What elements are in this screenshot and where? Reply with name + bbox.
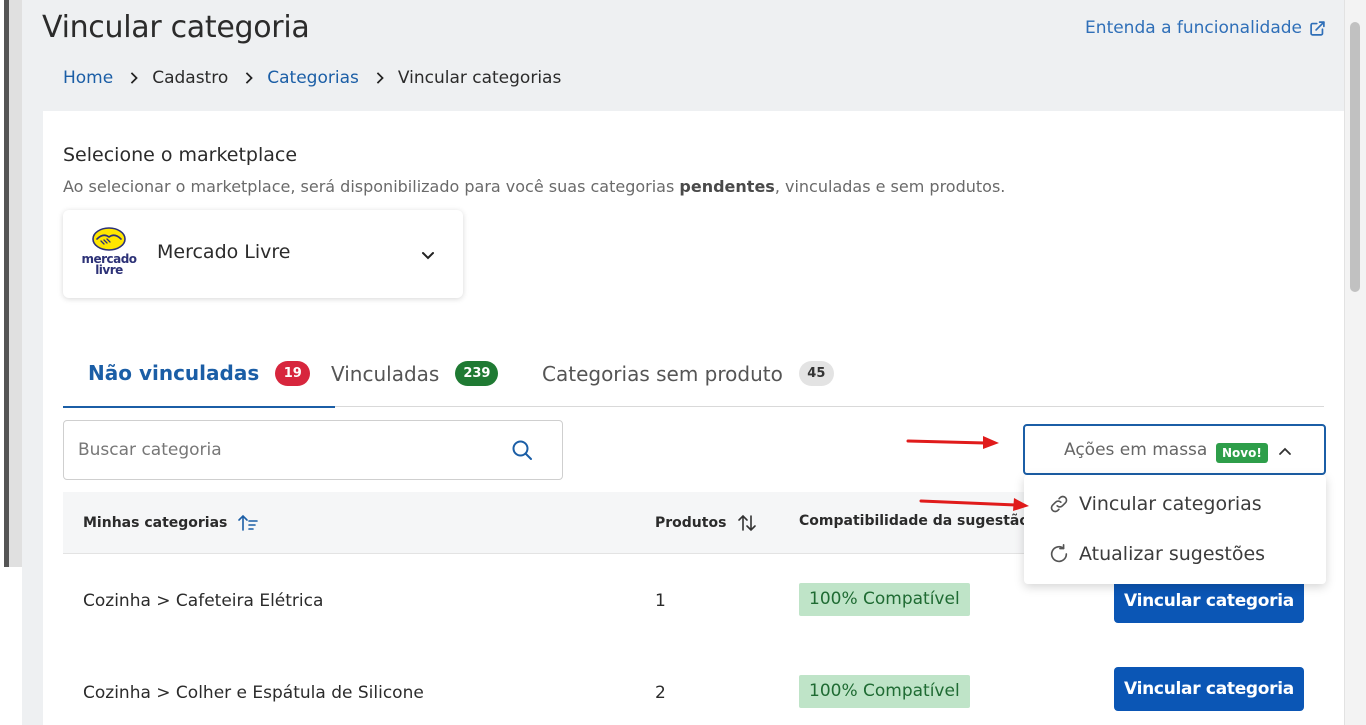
- column-header-products: Produtos: [655, 513, 758, 533]
- tab-categorias-sem-produto[interactable]: Categorias sem produto 45: [517, 340, 859, 407]
- mass-actions-menu: Vincular categorias Atualizar sugestões: [1024, 475, 1326, 584]
- annotation-arrow-vincular-categorias: [919, 498, 1029, 511]
- chevron-right-icon: [246, 72, 254, 84]
- marketplace-section-subtitle: Ao selecionar o marketplace, será dispon…: [63, 177, 1005, 196]
- vincular-categoria-button[interactable]: Vincular categoria: [1114, 579, 1304, 623]
- column-label: Compatibilidade da sugestão: [799, 513, 1029, 529]
- annotation-arrow-mass-actions: [906, 436, 999, 449]
- tab-nao-vinculadas[interactable]: Não vinculadas 19: [63, 340, 336, 408]
- breadcrumb-categorias[interactable]: Categorias: [267, 68, 359, 88]
- breadcrumb: Home Cadastro Categorias Vincular catego…: [63, 68, 561, 88]
- menu-item-label: Vincular categorias: [1079, 493, 1262, 515]
- tab-label: Não vinculadas: [88, 361, 260, 385]
- products-cell: 2: [655, 683, 666, 703]
- vincular-categoria-button[interactable]: Vincular categoria: [1114, 667, 1304, 711]
- sort-icon[interactable]: [736, 513, 758, 533]
- marketplace-section-title: Selecione o marketplace: [63, 144, 298, 166]
- products-cell: 1: [655, 591, 666, 611]
- breadcrumb-home[interactable]: Home: [63, 68, 113, 88]
- chevron-right-icon: [131, 72, 138, 84]
- mass-actions-label: Ações em massa: [1064, 440, 1208, 460]
- count-badge: 19: [275, 360, 311, 386]
- chevron-right-icon: [376, 72, 384, 84]
- column-header-compatibility: Compatibilidade da sugestão: [799, 513, 1029, 529]
- column-label: Produtos: [655, 515, 727, 531]
- compatibility-badge: 100% Compatível: [799, 583, 970, 616]
- tab-bar: Não vinculadas 19 Vinculadas 239 Categor…: [63, 340, 1324, 408]
- scrollbar-thumb[interactable]: [1350, 22, 1360, 292]
- chevron-up-icon: [1279, 447, 1291, 455]
- subtitle-part-1: Ao selecionar o marketplace, será dispon…: [63, 177, 680, 196]
- external-link-icon: [1310, 20, 1325, 36]
- tab-vinculadas[interactable]: Vinculadas 239: [306, 340, 523, 407]
- link-icon: [1050, 495, 1068, 513]
- menu-item-vincular-categorias[interactable]: Vincular categorias: [1024, 479, 1326, 529]
- subtitle-part-2: , vinculadas e sem produtos.: [774, 177, 1006, 196]
- breadcrumb-cadastro: Cadastro: [152, 68, 229, 88]
- count-badge: 239: [455, 361, 499, 386]
- window-edge: [0, 0, 24, 725]
- search-input[interactable]: [78, 421, 498, 479]
- category-cell: Cozinha > Colher e Espátula de Silicone: [83, 683, 424, 703]
- mercado-livre-logo: mercado livre: [79, 227, 139, 279]
- subtitle-bold: pendentes: [679, 177, 775, 196]
- category-cell: Cozinha > Cafeteira Elétrica: [83, 591, 324, 611]
- count-badge: 45: [798, 361, 834, 386]
- column-header-category: Minhas categorias: [83, 513, 259, 533]
- search-icon[interactable]: [510, 438, 534, 462]
- page: Vincular categoria Entenda a funcionalid…: [22, 0, 1344, 725]
- menu-item-atualizar-sugestoes[interactable]: Atualizar sugestões: [1024, 529, 1326, 579]
- help-link[interactable]: Entenda a funcionalidade: [1085, 18, 1326, 38]
- sort-ascending-icon[interactable]: [237, 513, 259, 533]
- new-badge: Novo!: [1216, 443, 1268, 463]
- help-link-label: Entenda a funcionalidade: [1085, 18, 1302, 38]
- handshake-icon: [92, 227, 126, 251]
- main-card: Selecione o marketplace Ao selecionar o …: [43, 111, 1344, 725]
- logo-text-livre: livre: [95, 263, 123, 277]
- tab-label: Vinculadas: [331, 361, 440, 386]
- tab-label: Categorias sem produto: [542, 361, 783, 386]
- page-scrollbar[interactable]: [1344, 0, 1366, 725]
- menu-item-label: Atualizar sugestões: [1079, 543, 1266, 565]
- page-title: Vincular categoria: [42, 10, 310, 45]
- search-box: [63, 420, 563, 480]
- table-row: Cozinha > Colher e Espátula de Silicone …: [63, 647, 1324, 725]
- chevron-down-icon: [422, 252, 434, 260]
- window-edge-light: [9, 0, 22, 567]
- marketplace-select[interactable]: mercado livre Mercado Livre: [63, 210, 463, 298]
- marketplace-selected-value: Mercado Livre: [157, 241, 291, 263]
- mass-actions-button[interactable]: Ações em massa Novo!: [1023, 424, 1326, 475]
- refresh-icon: [1050, 544, 1068, 563]
- breadcrumb-current: Vincular categorias: [397, 68, 562, 88]
- column-label: Minhas categorias: [83, 515, 228, 531]
- compatibility-badge: 100% Compatível: [799, 675, 970, 708]
